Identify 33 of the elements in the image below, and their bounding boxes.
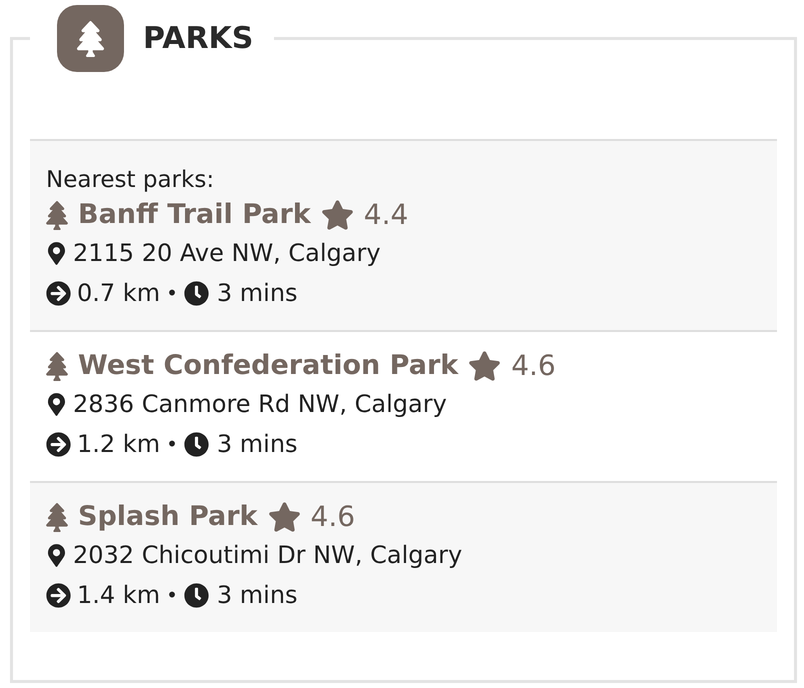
park-name: West Confederation Park	[78, 349, 458, 383]
clock-icon	[184, 280, 209, 306]
nearest-parks-label: Nearest parks:	[46, 166, 214, 195]
tree-icon	[46, 200, 68, 230]
tree-icon	[46, 352, 68, 380]
rating-value: 4.6	[310, 499, 356, 535]
travel-time-text: 3 mins	[216, 429, 298, 460]
star-icon	[268, 502, 300, 532]
address-text: 2115 20 Ave NW, Calgary	[73, 238, 381, 269]
bullet-separator: •	[166, 280, 178, 307]
travel-time-text: 3 mins	[216, 580, 298, 611]
section-title: PARKS	[143, 20, 254, 58]
tree-icon	[57, 5, 124, 72]
address-text: 2032 Chicoutimi Dr NW, Calgary	[73, 540, 462, 571]
travel-time-text: 3 mins	[216, 278, 298, 309]
star-icon	[320, 200, 354, 230]
park-name: Splash Park	[78, 500, 258, 534]
distance-text: 0.7 km	[77, 278, 160, 309]
park-name: Banff Trail Park	[78, 198, 311, 232]
bullet-separator: •	[166, 431, 178, 458]
distance-text: 1.4 km	[77, 580, 160, 611]
star-icon	[468, 351, 502, 381]
location-pin-icon	[48, 392, 65, 416]
location-pin-icon	[48, 242, 65, 264]
address-text: 2836 Canmore Rd NW, Calgary	[73, 389, 447, 420]
location-pin-icon	[48, 544, 65, 566]
clock-icon	[184, 582, 209, 608]
clock-icon	[184, 432, 209, 456]
rating-value: 4.6	[511, 348, 556, 384]
tree-icon	[46, 502, 68, 532]
rating-value: 4.4	[364, 197, 408, 233]
distance-text: 1.2 km	[77, 429, 160, 460]
bullet-separator: •	[166, 582, 178, 609]
